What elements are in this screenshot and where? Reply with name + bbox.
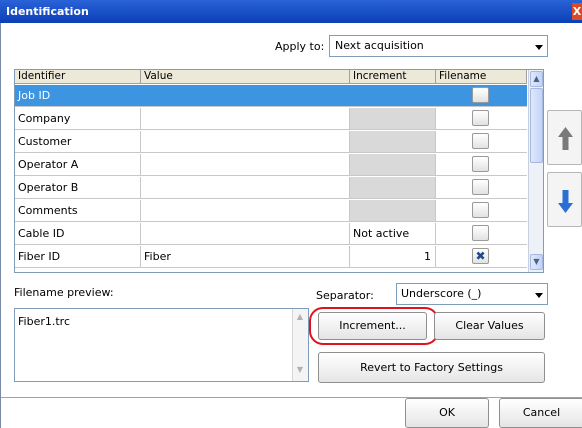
apply-to-label: Apply to: bbox=[275, 40, 325, 53]
table-row[interactable]: Customer bbox=[15, 131, 527, 153]
filename-preview-scrollbar[interactable]: ▲ ▼ bbox=[292, 309, 308, 381]
separator-label: Separator: bbox=[316, 289, 374, 302]
chevron-down-icon bbox=[535, 45, 543, 50]
increment-cell[interactable] bbox=[350, 108, 436, 129]
value-cell[interactable] bbox=[141, 223, 350, 244]
scroll-down-button[interactable]: ▼ bbox=[530, 254, 543, 270]
value-cell[interactable] bbox=[141, 200, 350, 221]
table-row[interactable]: Job ID bbox=[15, 85, 527, 107]
separator-value: Underscore (_) bbox=[401, 287, 482, 300]
identifier-cell: Operator B bbox=[15, 177, 141, 198]
table-row[interactable]: Cable ID Not active bbox=[15, 223, 527, 245]
filename-checkbox[interactable] bbox=[472, 156, 489, 172]
ok-button[interactable]: OK bbox=[405, 398, 489, 428]
increment-cell[interactable] bbox=[350, 85, 436, 106]
grid-scrollbar[interactable]: ▲ ▼ bbox=[528, 70, 543, 272]
apply-to-value: Next acquisition bbox=[335, 39, 424, 52]
x-mark-icon: ✖ bbox=[475, 249, 486, 263]
cancel-button[interactable]: Cancel bbox=[499, 398, 582, 428]
revert-factory-settings-button[interactable]: Revert to Factory Settings bbox=[318, 352, 545, 383]
filename-checkbox[interactable] bbox=[472, 225, 489, 241]
identifier-cell: Comments bbox=[15, 200, 141, 221]
clear-values-button[interactable]: Clear Values bbox=[434, 312, 545, 340]
identifier-cell: Fiber ID bbox=[15, 246, 141, 267]
column-header-identifier[interactable]: Identifier bbox=[15, 70, 141, 84]
scroll-down-icon[interactable]: ▼ bbox=[295, 365, 305, 377]
arrow-down-icon bbox=[558, 190, 573, 213]
filename-preview-label: Filename preview: bbox=[14, 286, 114, 299]
value-cell[interactable] bbox=[141, 131, 350, 152]
value-cell[interactable] bbox=[141, 85, 350, 106]
identifier-cell: Job ID bbox=[15, 85, 141, 106]
increment-cell[interactable] bbox=[350, 154, 436, 175]
identifier-grid: Identifier Value Increment Filename Job … bbox=[14, 69, 544, 273]
table-row[interactable]: Company bbox=[15, 108, 527, 130]
filename-checkbox[interactable] bbox=[472, 179, 489, 195]
table-row[interactable]: Operator B bbox=[15, 177, 527, 199]
increment-cell[interactable] bbox=[350, 177, 436, 198]
identifier-cell: Cable ID bbox=[15, 223, 141, 244]
filename-checkbox[interactable] bbox=[472, 110, 489, 126]
arrow-up-icon bbox=[558, 127, 573, 150]
filename-checkbox[interactable] bbox=[472, 87, 489, 103]
increment-cell[interactable]: Not active bbox=[350, 223, 436, 244]
scrollbar-thumb[interactable] bbox=[530, 88, 543, 163]
filename-checkbox[interactable] bbox=[472, 133, 489, 149]
filename-checkbox[interactable] bbox=[472, 202, 489, 218]
value-cell[interactable] bbox=[141, 177, 350, 198]
move-down-button[interactable] bbox=[547, 172, 582, 227]
footer-divider bbox=[1, 397, 582, 398]
filename-checkbox[interactable]: ✖ bbox=[472, 248, 489, 264]
column-header-value[interactable]: Value bbox=[141, 70, 350, 84]
filename-preview-text: Fiber1.trc bbox=[18, 315, 70, 328]
table-row[interactable]: Operator A bbox=[15, 154, 527, 176]
grid-header: Identifier Value Increment Filename bbox=[15, 70, 527, 84]
column-header-increment[interactable]: Increment bbox=[350, 70, 436, 84]
identifier-cell: Customer bbox=[15, 131, 141, 152]
column-header-filename[interactable]: Filename bbox=[436, 70, 527, 84]
table-row[interactable]: Comments bbox=[15, 200, 527, 222]
apply-to-dropdown[interactable]: Next acquisition bbox=[329, 35, 548, 57]
increment-cell[interactable] bbox=[350, 200, 436, 221]
increment-cell[interactable] bbox=[350, 131, 436, 152]
window-title: Identification bbox=[6, 5, 89, 18]
highlight-circle bbox=[309, 307, 439, 345]
value-cell[interactable]: Fiber bbox=[141, 246, 350, 267]
move-up-button[interactable] bbox=[547, 110, 582, 165]
table-row[interactable]: Fiber ID Fiber 1 ✖ bbox=[15, 246, 527, 268]
scroll-up-icon[interactable]: ▲ bbox=[295, 312, 305, 324]
increment-cell[interactable]: 1 bbox=[350, 246, 436, 267]
chevron-down-icon bbox=[535, 293, 543, 298]
filename-preview-box: Fiber1.trc ▲ ▼ bbox=[14, 308, 309, 382]
identifier-cell: Company bbox=[15, 108, 141, 129]
window-frame bbox=[0, 23, 1, 428]
identifier-cell: Operator A bbox=[15, 154, 141, 175]
value-cell[interactable] bbox=[141, 108, 350, 129]
value-cell[interactable] bbox=[141, 154, 350, 175]
separator-dropdown[interactable]: Underscore (_) bbox=[396, 283, 548, 305]
scroll-up-button[interactable]: ▲ bbox=[530, 71, 543, 87]
close-button[interactable]: X bbox=[572, 3, 582, 20]
